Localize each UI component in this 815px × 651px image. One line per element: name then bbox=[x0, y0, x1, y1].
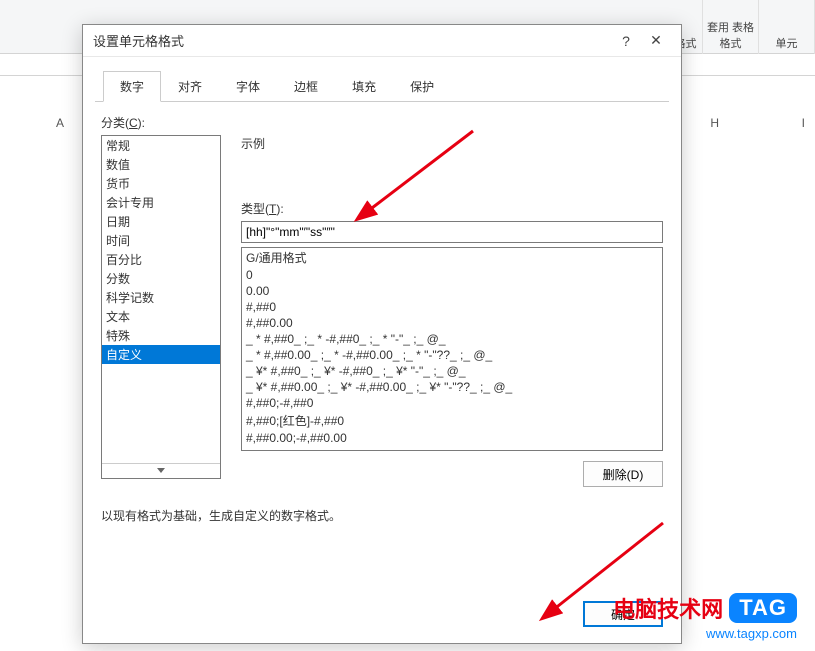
category-text[interactable]: 文本 bbox=[102, 307, 220, 326]
dialog-titlebar: 设置单元格格式 ? ✕ bbox=[83, 25, 681, 57]
format-item[interactable]: _ * #,##0_ ;_ * -#,##0_ ;_ * "-"_ ;_ @_ bbox=[242, 331, 662, 347]
dialog-tabs: 数字 对齐 字体 边框 填充 保护 bbox=[95, 65, 669, 102]
tab-alignment[interactable]: 对齐 bbox=[161, 71, 219, 102]
category-number[interactable]: 数值 bbox=[102, 155, 220, 174]
delete-button-label: 删除(D) bbox=[603, 468, 644, 482]
category-time[interactable]: 时间 bbox=[102, 231, 220, 250]
sample-label: 示例 bbox=[241, 135, 663, 152]
sample-box bbox=[241, 156, 663, 188]
tab-border[interactable]: 边框 bbox=[277, 71, 335, 102]
format-item[interactable]: #,##0;[红色]-#,##0 bbox=[242, 411, 662, 430]
help-button[interactable]: ? bbox=[611, 29, 641, 53]
format-item[interactable]: _ ¥* #,##0.00_ ;_ ¥* -#,##0.00_ ;_ ¥* "-… bbox=[242, 379, 662, 395]
category-custom[interactable]: 自定义 bbox=[102, 345, 220, 364]
format-item[interactable]: #,##0.00 bbox=[242, 315, 662, 331]
watermark-url: www.tagxp.com bbox=[613, 626, 797, 641]
tab-fill[interactable]: 填充 bbox=[335, 71, 393, 102]
format-list[interactable]: G/通用格式 0 0.00 #,##0 #,##0.00 _ * #,##0_ … bbox=[241, 247, 663, 451]
format-cells-dialog: 设置单元格格式 ? ✕ 数字 对齐 字体 边框 填充 保护 分类(C): 常规 … bbox=[82, 24, 682, 644]
category-scientific[interactable]: 科学记数 bbox=[102, 288, 220, 307]
type-label-prefix: 类型( bbox=[241, 202, 269, 216]
delete-button[interactable]: 删除(D) bbox=[583, 461, 663, 487]
custom-format-hint: 以现有格式为基础，生成自定义的数字格式。 bbox=[101, 507, 663, 524]
type-input[interactable] bbox=[241, 221, 663, 243]
format-item[interactable]: #,##0 bbox=[242, 299, 662, 315]
format-item[interactable]: _ ¥* #,##0_ ;_ ¥* -#,##0_ ;_ ¥* "-"_ ;_ … bbox=[242, 363, 662, 379]
column-header-I[interactable]: I bbox=[802, 116, 805, 130]
format-item[interactable]: _ * #,##0.00_ ;_ * -#,##0.00_ ;_ * "-"??… bbox=[242, 347, 662, 363]
format-item[interactable]: G/通用格式 bbox=[242, 248, 662, 267]
ribbon-group-tableformat[interactable]: 套用 表格格式 bbox=[703, 19, 758, 51]
column-header-H[interactable]: H bbox=[710, 116, 719, 130]
ribbon-group-cell[interactable]: 单元 bbox=[759, 35, 814, 51]
category-label-key: C bbox=[129, 116, 138, 130]
dialog-body: 分类(C): 常规 数值 货币 会计专用 日期 时间 百分比 分数 科学记数 文… bbox=[83, 102, 681, 591]
category-label: 分类(C): bbox=[101, 114, 663, 131]
category-date[interactable]: 日期 bbox=[102, 212, 220, 231]
category-label-suffix: ): bbox=[138, 116, 145, 130]
chevron-down-icon[interactable] bbox=[102, 463, 220, 478]
category-accounting[interactable]: 会计专用 bbox=[102, 193, 220, 212]
format-item[interactable]: #,##0.00;-#,##0.00 bbox=[242, 430, 662, 446]
tab-font[interactable]: 字体 bbox=[219, 71, 277, 102]
type-label: 类型(T): bbox=[241, 200, 663, 217]
dialog-footer: 确定 bbox=[83, 591, 681, 643]
category-fraction[interactable]: 分数 bbox=[102, 269, 220, 288]
category-general[interactable]: 常规 bbox=[102, 136, 220, 155]
category-currency[interactable]: 货币 bbox=[102, 174, 220, 193]
right-pane: 示例 类型(T): G/通用格式 0 0.00 #,##0 #,##0.00 _… bbox=[241, 135, 663, 487]
tab-number[interactable]: 数字 bbox=[103, 71, 161, 102]
close-button[interactable]: ✕ bbox=[641, 29, 671, 53]
tab-protect[interactable]: 保护 bbox=[393, 71, 451, 102]
watermark-text: 电脑技术网 bbox=[613, 592, 723, 624]
category-list[interactable]: 常规 数值 货币 会计专用 日期 时间 百分比 分数 科学记数 文本 特殊 自定… bbox=[101, 135, 221, 479]
dialog-title: 设置单元格格式 bbox=[93, 31, 611, 50]
type-label-suffix: ): bbox=[276, 202, 283, 216]
category-special[interactable]: 特殊 bbox=[102, 326, 220, 345]
category-percent[interactable]: 百分比 bbox=[102, 250, 220, 269]
format-item[interactable]: #,##0;-#,##0 bbox=[242, 395, 662, 411]
format-item[interactable]: 0.00 bbox=[242, 283, 662, 299]
format-item[interactable]: 0 bbox=[242, 267, 662, 283]
watermark: 电脑技术网 TAG www.tagxp.com bbox=[613, 592, 797, 641]
watermark-tag-badge: TAG bbox=[729, 593, 797, 623]
category-label-prefix: 分类( bbox=[101, 116, 129, 130]
